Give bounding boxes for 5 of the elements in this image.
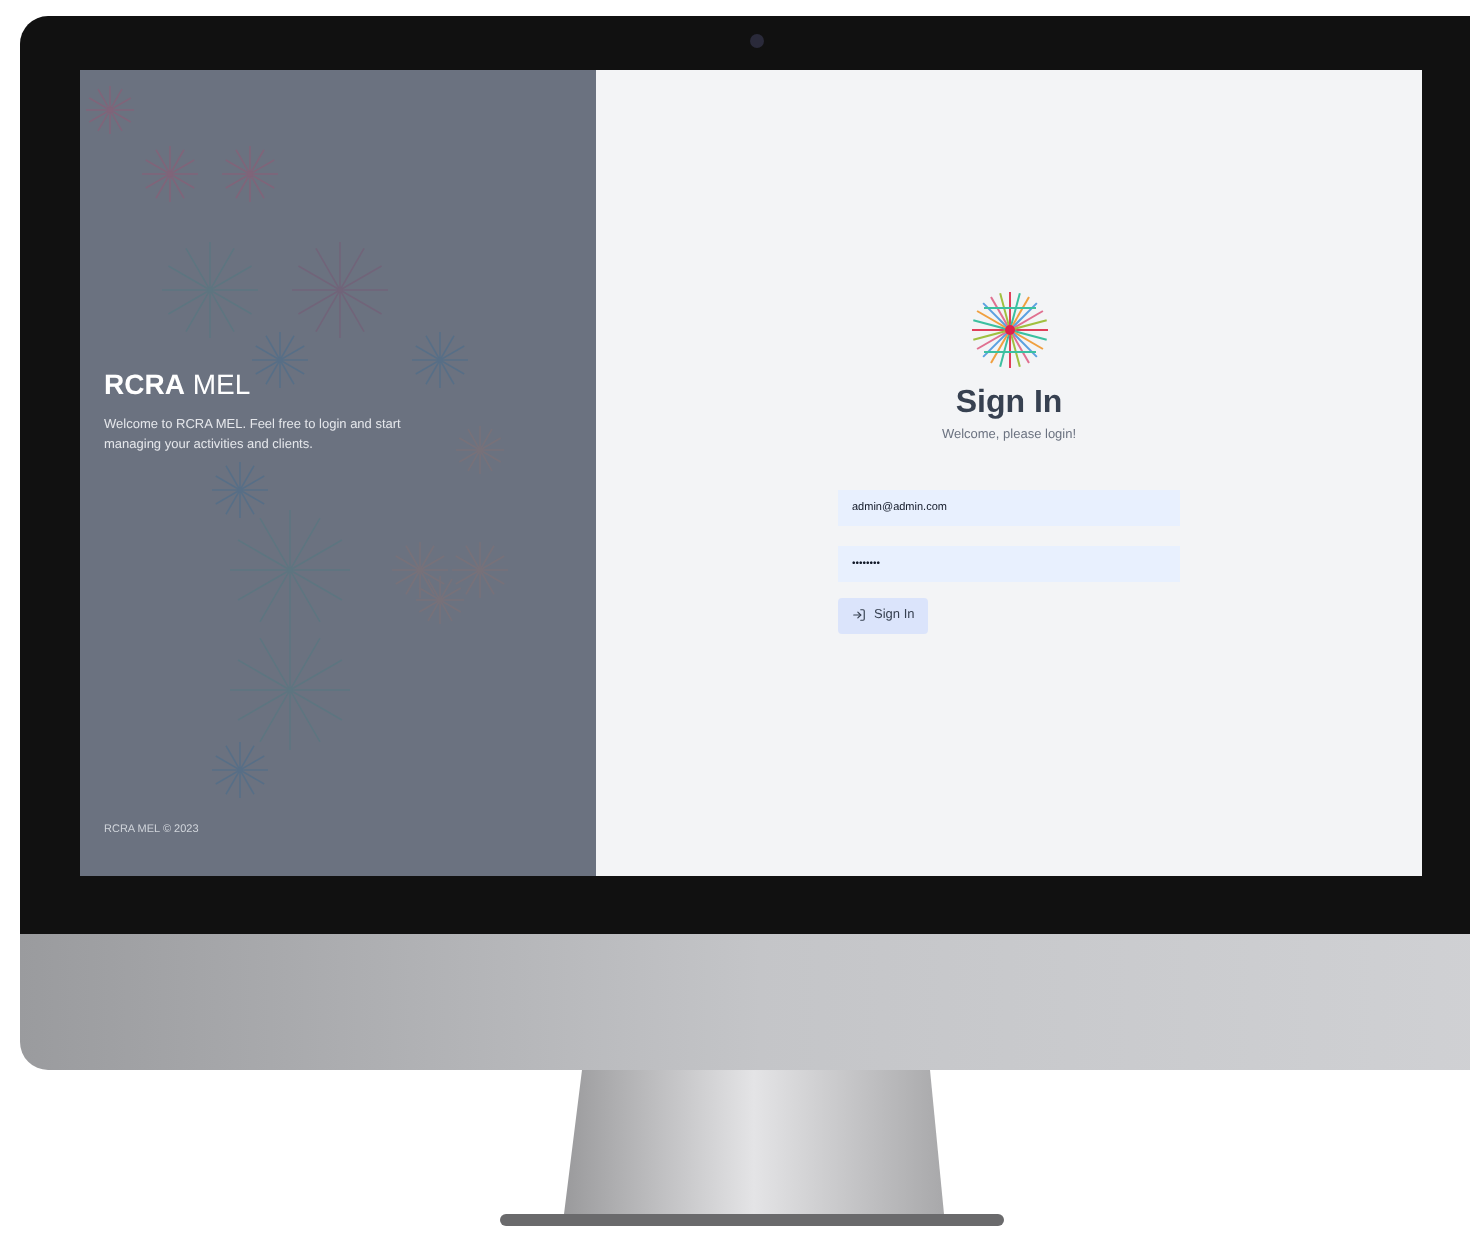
logo-icon (967, 288, 1051, 372)
brand-title: RCRA MEL (104, 366, 253, 404)
camera-icon (750, 34, 764, 48)
sign-in-heading: Sign In (955, 384, 1063, 424)
login-icon (852, 608, 866, 623)
